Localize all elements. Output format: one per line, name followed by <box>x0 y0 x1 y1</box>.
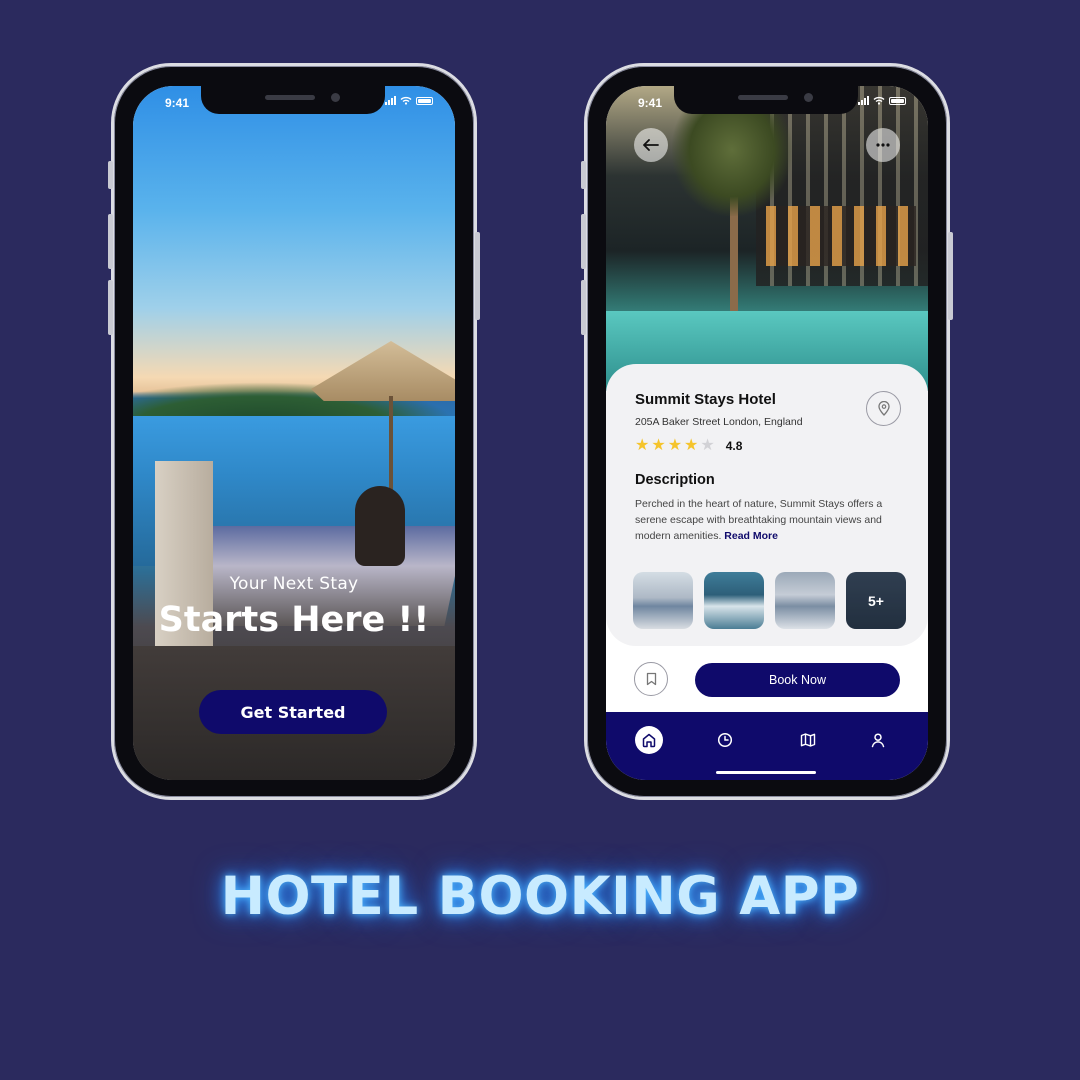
more-photos-thumbnail[interactable]: 5+ <box>846 572 906 629</box>
profile-icon <box>871 733 885 748</box>
nav-map[interactable] <box>794 726 822 754</box>
notch <box>201 86 385 114</box>
nav-history[interactable] <box>711 726 739 754</box>
volume-down-button <box>581 280 586 335</box>
read-more-link[interactable]: Read More <box>724 530 778 542</box>
bookmark-button[interactable] <box>634 662 668 696</box>
wifi-icon <box>873 96 885 105</box>
room-thumbnail[interactable] <box>704 572 764 629</box>
welcome-title: Starts Here !! <box>158 600 430 640</box>
clock-icon <box>717 732 733 748</box>
bottom-nav <box>606 712 928 780</box>
welcome-subtitle: Your Next Stay <box>229 574 359 594</box>
star-empty-icon: ★ <box>700 437 715 454</box>
star-icon: ★ <box>667 437 683 454</box>
phone-hotel-detail: 9:41 Summit Stays Hotel 205A Baker Stree… <box>581 63 953 800</box>
wifi-icon <box>400 96 412 105</box>
volume-down-button <box>108 280 113 335</box>
status-time: 9:41 <box>638 96 663 110</box>
app-caption: HOTEL BOOKING APP <box>220 866 860 927</box>
book-now-button[interactable]: Book Now <box>695 663 900 697</box>
power-button <box>475 232 480 320</box>
room-thumbnail[interactable] <box>775 572 835 629</box>
description-text: Perched in the heart of nature, Summit S… <box>635 496 901 544</box>
star-icon: ★ <box>651 437 666 454</box>
rating-value: 4.8 <box>725 439 743 453</box>
more-options-button[interactable] <box>866 128 900 162</box>
arrow-left-icon <box>643 139 659 151</box>
star-icon: ★ <box>635 437 650 454</box>
back-button[interactable] <box>634 128 668 162</box>
star-icon: ★ <box>684 437 699 454</box>
home-indicator <box>716 771 816 774</box>
map-icon <box>800 733 816 747</box>
hotel-address: 205A Baker Street London, England <box>635 416 803 428</box>
phone-welcome: 9:41 Your Next Stay Starts Here !! Get S… <box>108 63 480 800</box>
map-pin-icon <box>877 401 890 416</box>
signal-icon <box>858 96 869 105</box>
battery-icon <box>416 96 433 105</box>
more-dots-icon <box>876 143 890 147</box>
volume-up-button <box>108 214 113 269</box>
nav-profile[interactable] <box>864 726 892 754</box>
notch <box>674 86 858 114</box>
room-gallery: 5+ <box>633 572 906 629</box>
location-button[interactable] <box>866 391 901 426</box>
power-button <box>948 232 953 320</box>
person-silhouette <box>355 486 405 566</box>
hotel-name: Summit Stays Hotel <box>635 391 776 408</box>
more-photos-count: 5+ <box>846 572 906 629</box>
status-time: 9:41 <box>165 96 190 110</box>
volume-up-button <box>581 214 586 269</box>
get-started-button[interactable]: Get Started <box>199 690 387 734</box>
silent-switch <box>108 161 113 189</box>
home-icon <box>642 733 656 748</box>
star-rating: ★ ★ ★ ★ ★ 4.8 <box>635 438 742 454</box>
bookmark-icon <box>646 672 656 686</box>
battery-icon <box>889 96 906 105</box>
hotel-detail-screen: 9:41 Summit Stays Hotel 205A Baker Stree… <box>606 86 928 780</box>
palm-tree <box>672 106 792 216</box>
description-title: Description <box>635 472 715 488</box>
room-thumbnail[interactable] <box>633 572 693 629</box>
silent-switch <box>581 161 586 189</box>
signal-icon <box>385 96 396 105</box>
welcome-screen: 9:41 Your Next Stay Starts Here !! Get S… <box>133 86 455 780</box>
nav-home[interactable] <box>635 726 663 754</box>
hotel-detail-card: Summit Stays Hotel 205A Baker Street Lon… <box>606 364 928 646</box>
